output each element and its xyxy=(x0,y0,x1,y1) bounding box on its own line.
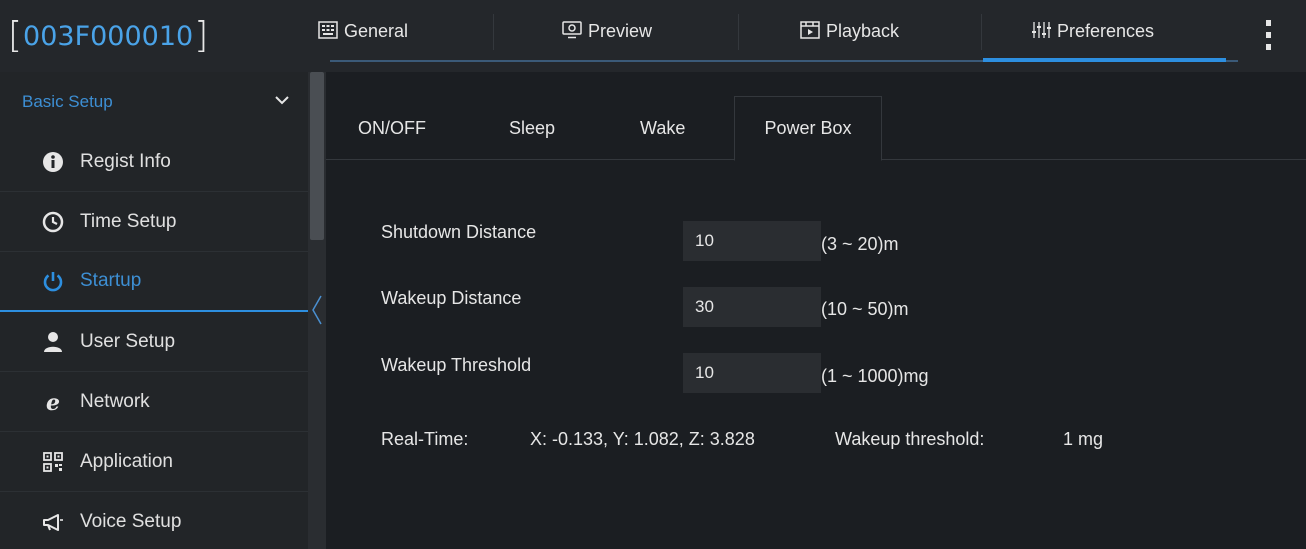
bracket-close: ] xyxy=(194,15,209,56)
tab-power-box-label: Power Box xyxy=(764,118,852,138)
sidebar: Basic Setup Regist Info Time Setup Start… xyxy=(0,72,326,549)
power-icon xyxy=(42,270,64,292)
realtime-label: Real-Time: xyxy=(381,429,469,449)
shutdown-distance-input[interactable] xyxy=(683,221,821,261)
collapse-sidebar-icon[interactable] xyxy=(308,292,326,328)
main-nav-tabs: General Preview Playback Preferences xyxy=(318,0,1248,72)
sidebar-item-label: Regist Info xyxy=(80,150,171,172)
sidebar-item-time-setup[interactable]: Time Setup xyxy=(0,192,308,252)
qr-icon xyxy=(42,451,64,473)
wakeup-threshold-readout-label: Wakeup threshold: xyxy=(835,429,985,449)
sidebar-item-application[interactable]: Application xyxy=(0,432,308,492)
tab-preferences[interactable]: Preferences xyxy=(1031,0,1154,60)
tab-on-off-label: ON/OFF xyxy=(358,117,426,138)
more-vertical-icon[interactable] xyxy=(1258,20,1278,50)
ie-icon: e xyxy=(42,391,64,413)
tab-sleep-label: Sleep xyxy=(509,117,556,138)
wakeup-threshold-label: Wakeup Threshold xyxy=(381,355,532,375)
sliders-icon xyxy=(1031,21,1051,39)
sidebar-item-label: Voice Setup xyxy=(80,511,182,532)
wakeup-distance-input[interactable] xyxy=(683,287,821,327)
realtime-value: X: -0.133, Y: 1.082, Z: 3.828 xyxy=(530,429,755,449)
tab-preferences-label: Preferences xyxy=(1057,21,1155,41)
top-bar: [ 003F000010 ] General Preview Playback xyxy=(0,0,1306,72)
tab-wake-label: Wake xyxy=(640,117,686,138)
megaphone-icon xyxy=(42,511,64,533)
user-icon xyxy=(42,331,64,353)
sidebar-item-label: Application xyxy=(80,450,173,472)
shutdown-distance-range: (3 ~ 20)m xyxy=(821,234,899,254)
sidebar-section-basic-setup[interactable]: Basic Setup xyxy=(0,72,308,132)
monitor-icon xyxy=(562,21,582,39)
device-id: [ 003F000010 ] xyxy=(0,0,310,72)
shutdown-distance-label: Shutdown Distance xyxy=(381,222,537,242)
main-content: ON/OFF Sleep Wake Power Box Shutdown Dis… xyxy=(326,72,1306,549)
tab-power-box[interactable]: Power Box xyxy=(734,96,882,161)
sidebar-item-startup[interactable]: Startup xyxy=(0,252,308,312)
sidebar-item-label: Startup xyxy=(80,270,142,291)
svg-text:e: e xyxy=(46,391,60,413)
sidebar-section-title: Basic Setup xyxy=(22,92,113,111)
tab-wake[interactable]: Wake xyxy=(640,96,685,160)
sidebar-item-regist-info[interactable]: Regist Info xyxy=(0,132,308,192)
info-icon xyxy=(42,151,64,173)
keyboard-icon xyxy=(318,21,338,39)
bracket-open: [ xyxy=(8,15,23,56)
chevron-down-icon xyxy=(274,92,290,106)
wakeup-distance-label: Wakeup Distance xyxy=(381,288,522,308)
tab-sleep[interactable]: Sleep xyxy=(509,96,555,160)
wakeup-distance-range: (10 ~ 50)m xyxy=(821,299,909,319)
sidebar-item-label: Time Setup xyxy=(80,210,177,232)
film-icon xyxy=(800,21,820,39)
tab-playback-label: Playback xyxy=(826,21,900,41)
tab-preview[interactable]: Preview xyxy=(562,0,652,60)
sidebar-item-label: Network xyxy=(80,390,150,412)
sidebar-item-user-setup[interactable]: User Setup xyxy=(0,312,308,372)
tab-general-label: General xyxy=(344,21,409,41)
tab-general[interactable]: General xyxy=(318,0,408,60)
tab-divider xyxy=(738,14,739,50)
sidebar-scrollbar-thumb[interactable] xyxy=(310,72,324,240)
sidebar-item-network[interactable]: e Network xyxy=(0,372,308,432)
tab-divider xyxy=(493,14,494,50)
wakeup-threshold-input[interactable] xyxy=(683,353,821,393)
device-id-text: 003F000010 xyxy=(23,20,194,52)
sidebar-item-label: User Setup xyxy=(80,330,176,352)
wakeup-threshold-range: (1 ~ 1000)mg xyxy=(821,366,929,386)
tab-divider xyxy=(981,14,982,50)
active-tab-indicator xyxy=(983,58,1226,62)
clock-icon xyxy=(42,211,64,233)
tab-preview-label: Preview xyxy=(588,21,653,41)
tab-on-off[interactable]: ON/OFF xyxy=(358,96,426,160)
wakeup-threshold-readout-value: 1 mg xyxy=(1063,429,1104,449)
sidebar-item-voice-setup[interactable]: Voice Setup xyxy=(0,492,308,549)
tab-playback[interactable]: Playback xyxy=(800,0,899,60)
startup-tabs: ON/OFF Sleep Wake Power Box xyxy=(326,96,1306,161)
